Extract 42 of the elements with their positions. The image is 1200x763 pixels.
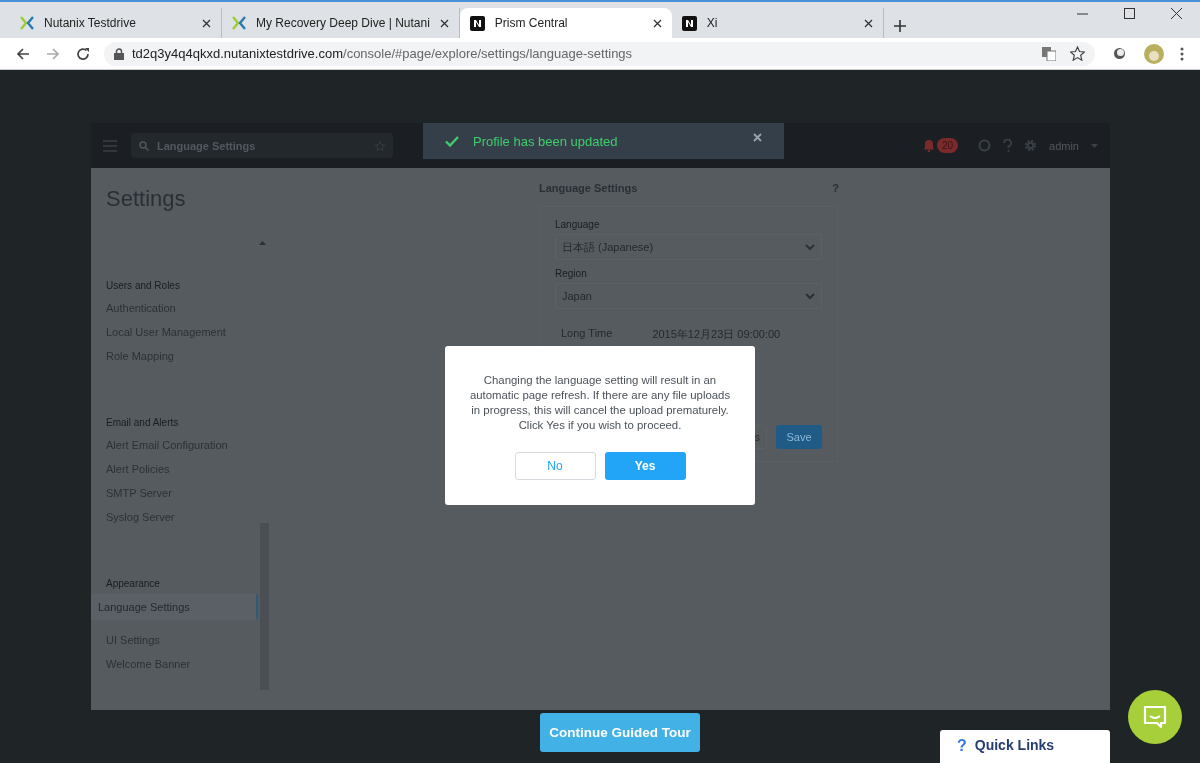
chevron-down-icon bbox=[805, 292, 815, 300]
chat-button[interactable] bbox=[1128, 690, 1182, 744]
chevron-down-icon bbox=[805, 243, 815, 251]
group-heading: Email and Alerts bbox=[106, 416, 180, 430]
translate-icon[interactable] bbox=[1042, 46, 1056, 61]
group-heading: Users and Roles bbox=[106, 279, 181, 293]
field-label: Region bbox=[555, 268, 588, 279]
address-bar[interactable]: td2q3y4q4qkxd.nutanixtestdrive.com/console/#page/explore/settings/language-settings bbox=[104, 41, 1095, 66]
back-icon[interactable] bbox=[16, 46, 30, 61]
logo-icon bbox=[681, 15, 697, 31]
confirm-button[interactable]: Yes bbox=[604, 452, 686, 480]
new-tab-icon[interactable] bbox=[893, 20, 906, 32]
lock-icon bbox=[114, 47, 124, 60]
guided-tour-button[interactable]: Continue Guided Tour bbox=[540, 713, 700, 752]
logo-icon bbox=[20, 16, 34, 30]
chat-icon bbox=[1142, 704, 1168, 730]
close-icon[interactable] bbox=[439, 18, 449, 28]
group-heading: Appearance bbox=[106, 577, 161, 591]
extension-icon[interactable] bbox=[1113, 47, 1126, 60]
close-icon[interactable] bbox=[202, 18, 211, 28]
url-text: td2q3y4q4qkxd.nutanixtestdrive.com/console/#page/explore/settings/language-settings bbox=[132, 46, 633, 61]
close-icon[interactable] bbox=[652, 18, 662, 28]
logo-icon bbox=[469, 15, 485, 31]
dialog-message: Changing the language setting will result in an automatic page refresh. If there are any file uploads in progress, this will cancel the upload prematurely. Click Yes if you wish to proceed. bbox=[468, 373, 732, 433]
save-button[interactable]: Save bbox=[776, 425, 822, 449]
cancel-button[interactable]: No bbox=[514, 452, 596, 480]
close-icon[interactable] bbox=[863, 18, 873, 28]
toast-message: Profile has been updated bbox=[473, 133, 619, 149]
menu-icon[interactable] bbox=[1180, 46, 1184, 61]
help-link[interactable]: ? bbox=[832, 182, 839, 194]
caret-icon bbox=[1091, 143, 1098, 148]
check-icon bbox=[445, 135, 459, 147]
logo-icon bbox=[232, 16, 246, 30]
quick-links-button[interactable]: ? Quick Links bbox=[940, 730, 1110, 763]
browser-tab[interactable]: Prism Central bbox=[459, 8, 672, 38]
maximize-icon[interactable] bbox=[1124, 8, 1135, 19]
field-label: Language bbox=[555, 219, 601, 230]
reload-icon[interactable] bbox=[76, 46, 90, 61]
user-menu[interactable]: admin bbox=[1049, 139, 1079, 152]
search-icon bbox=[139, 140, 149, 151]
star-icon[interactable] bbox=[1070, 46, 1085, 61]
close-icon[interactable] bbox=[1171, 8, 1182, 19]
